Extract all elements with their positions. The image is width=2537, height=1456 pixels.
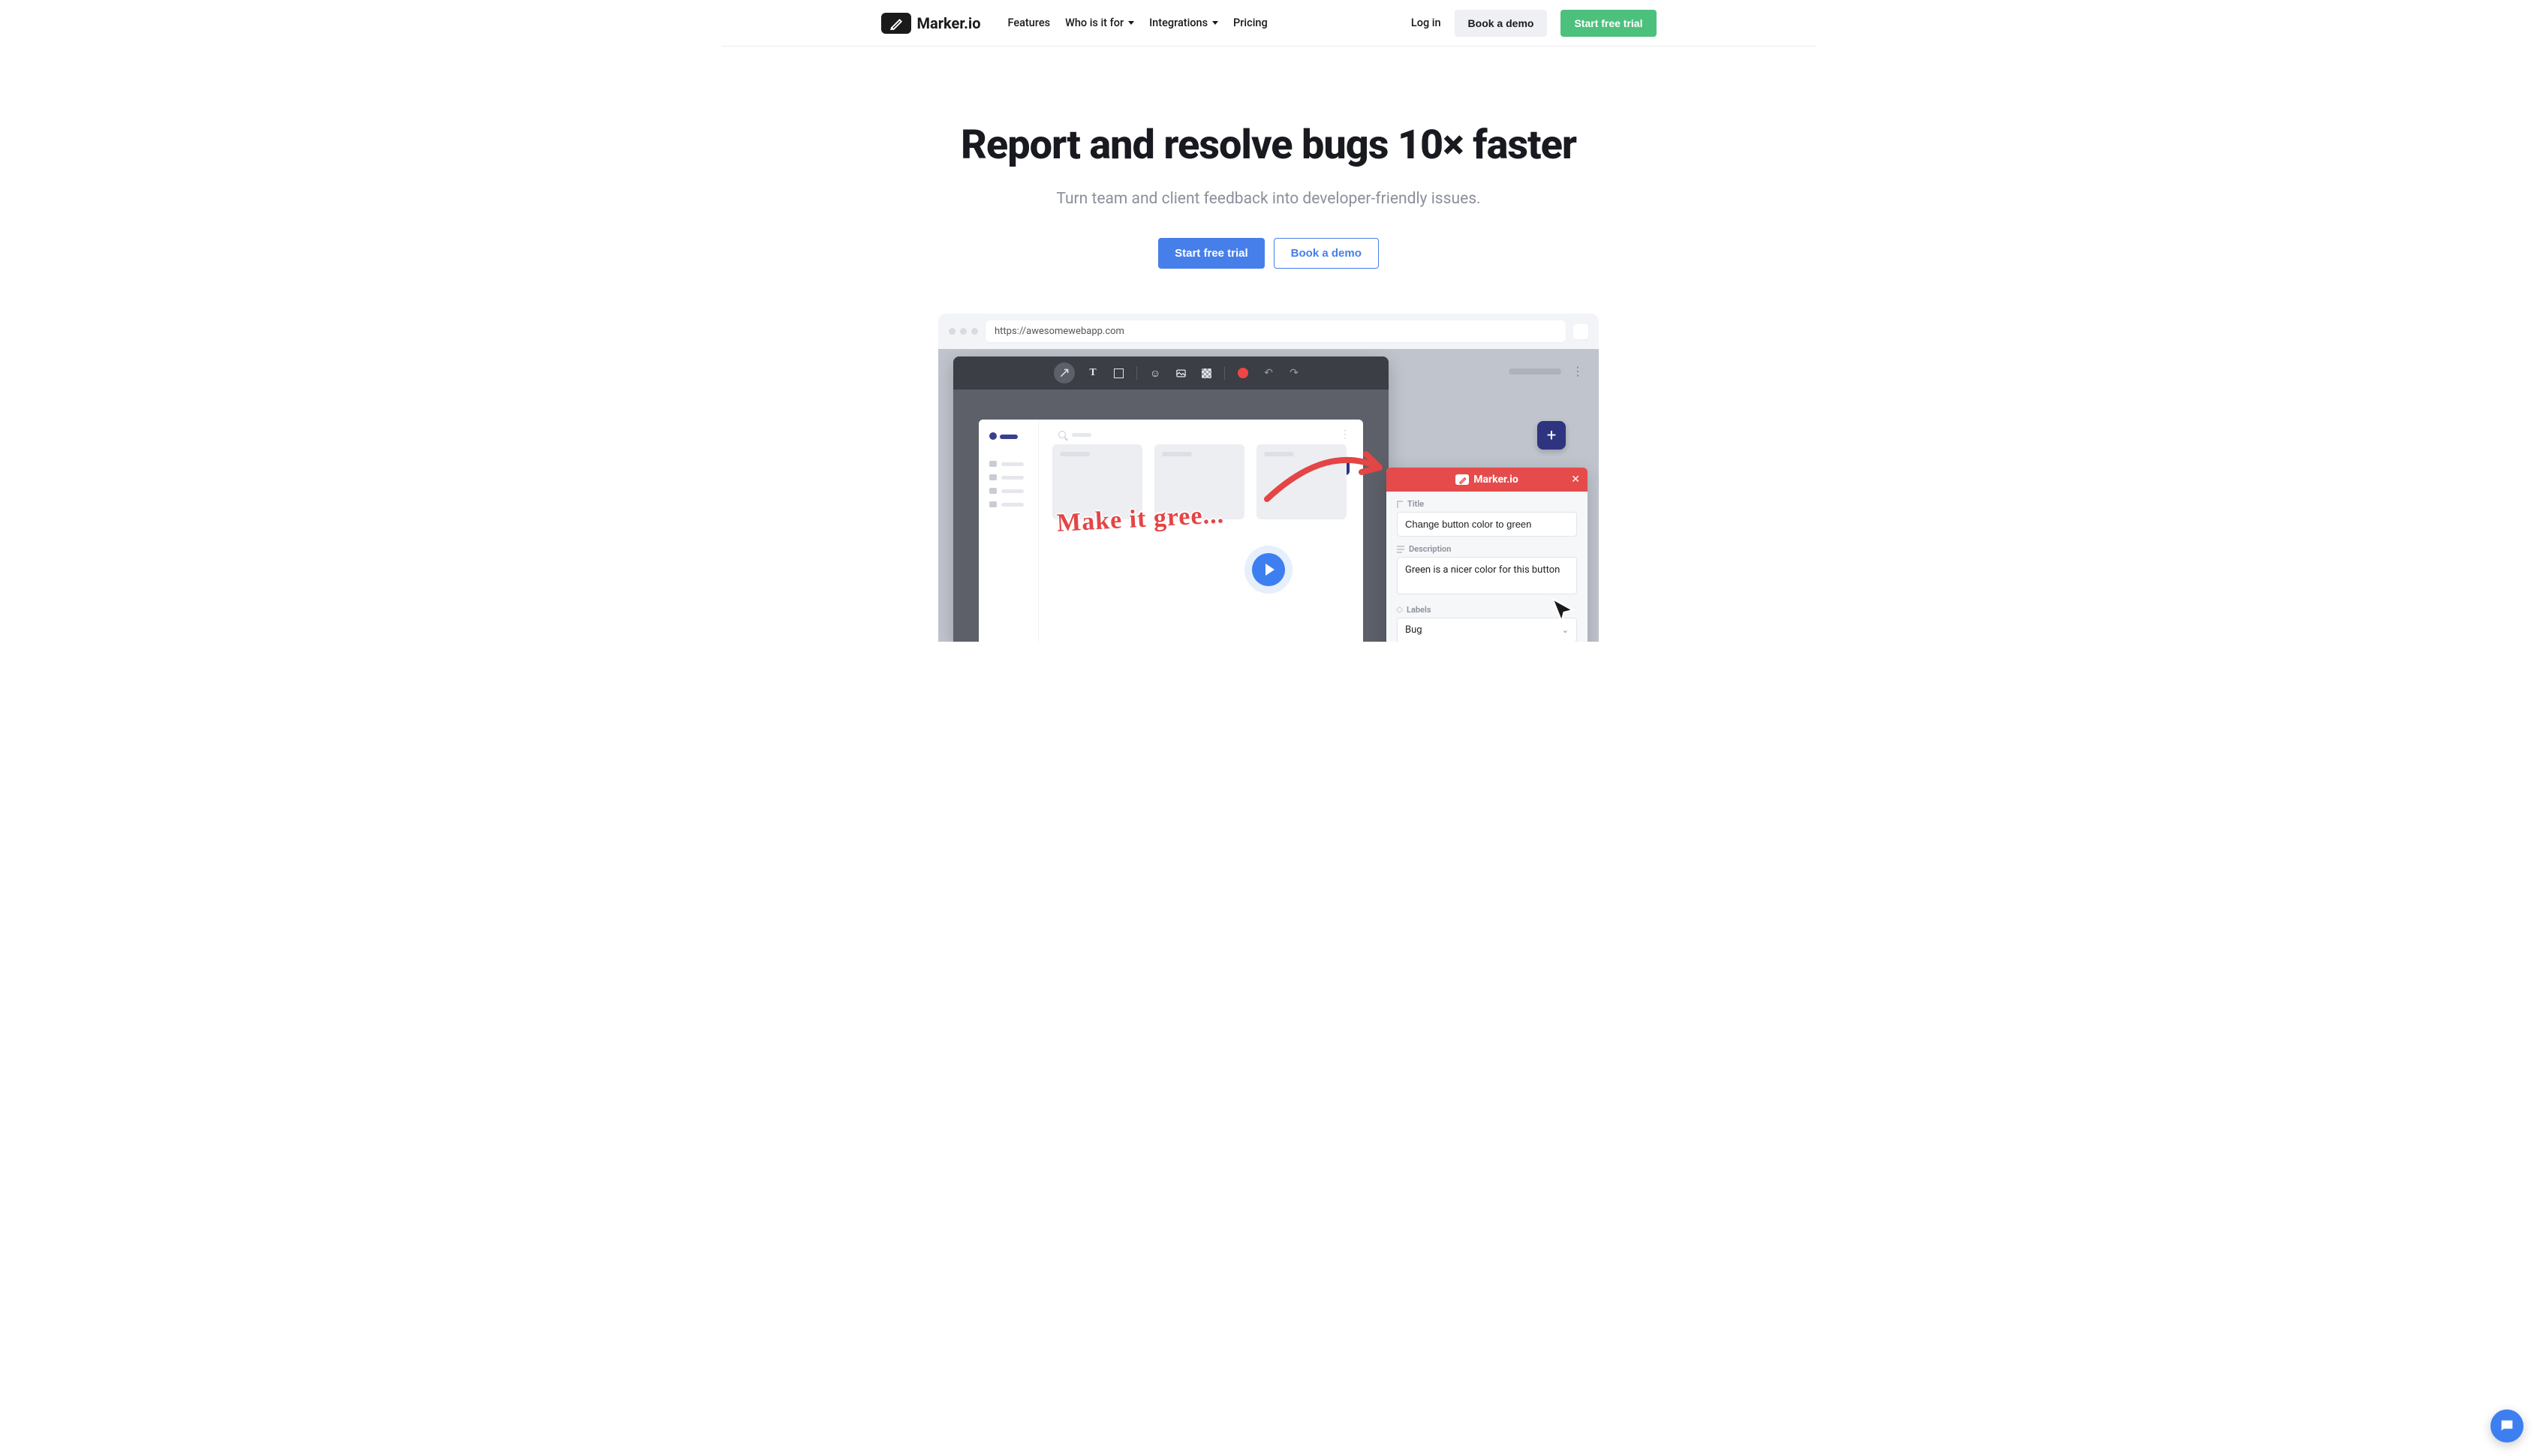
play-video-button[interactable] [1252,553,1285,586]
hero-title: Report and resolve bugs 10× faster [721,122,1816,169]
nav-links: Features Who is it for Integrations Pric… [1008,17,1268,29]
nav-book-demo-button[interactable]: Book a demo [1455,10,1548,37]
nav-integrations[interactable]: Integrations [1149,17,1218,29]
chevron-down-icon [1212,21,1218,25]
hero-start-trial-button[interactable]: Start free trial [1158,238,1265,269]
nav-pricing[interactable]: Pricing [1233,17,1268,29]
nav-features[interactable]: Features [1008,17,1051,29]
brand-logo[interactable]: Marker.io [881,13,981,34]
widget-logo-icon [1455,474,1469,485]
rect-tool-icon[interactable] [1111,366,1126,381]
lines-icon [1397,546,1404,553]
hero: Report and resolve bugs 10× faster Turn … [721,122,1816,269]
widget-title-input[interactable] [1397,512,1577,537]
nav-login[interactable]: Log in [1411,17,1441,29]
editor-toolbar: T ☺ ↶ ↷ [953,356,1389,390]
floating-add-button[interactable]: + [1537,421,1566,450]
text-tool-icon[interactable]: T [1085,366,1100,381]
color-tool-icon[interactable] [1235,366,1250,381]
hero-cta-row: Start free trial Book a demo [721,238,1816,269]
image-tool-icon[interactable] [1173,366,1188,381]
blur-tool-icon[interactable] [1199,366,1214,381]
mock-browser-chrome: https://awesomewebapp.com [938,314,1599,349]
mock-browser-square [1573,324,1588,339]
undo-icon[interactable]: ↶ [1261,366,1276,381]
nav-start-trial-button[interactable]: Start free trial [1560,10,1656,37]
top-nav: Marker.io Features Who is it for Integra… [721,0,1816,47]
hero-book-demo-button[interactable]: Book a demo [1274,238,1379,269]
emoji-tool-icon[interactable]: ☺ [1148,366,1163,381]
widget-brand: Marker.io [1473,474,1518,486]
tag-icon [1396,606,1404,614]
mock-app-sidebar [979,420,1039,642]
annotation-editor: T ☺ ↶ ↷ [953,356,1389,642]
traffic-lights [949,328,978,335]
kebab-icon: ⋮ [1572,364,1584,378]
product-mockup: https://awesomewebapp.com ⋮ T ☺ [931,314,1606,642]
arrow-tool-icon[interactable] [1054,362,1075,384]
brand-logo-mark [881,13,911,34]
redo-icon[interactable]: ↷ [1287,366,1302,381]
mock-viewport: ⋮ T ☺ ↶ ↷ [938,349,1599,642]
chat-launcher[interactable] [2490,1409,2523,1442]
widget-title-label: Title [1397,499,1577,509]
nav-who-is-it-for[interactable]: Who is it for [1065,17,1134,29]
widget-close-icon[interactable]: ✕ [1571,474,1580,486]
widget-header: Marker.io ✕ [1386,468,1588,492]
hero-subtitle: Turn team and client feedback into devel… [721,190,1816,208]
search-icon [1058,431,1066,438]
widget-desc-input[interactable] [1397,557,1577,594]
text-icon [1397,501,1403,508]
chevron-down-icon: ⌄ [1562,625,1569,635]
mock-address-bar: https://awesomewebapp.com [986,320,1566,342]
widget-desc-label: Description [1397,544,1577,554]
brand-name: Marker.io [917,14,981,32]
kebab-icon: ⋮ [1340,429,1351,441]
mock-page-topbar: ⋮ [1509,364,1584,378]
nav-right: Log in Book a demo Start free trial [1411,10,1657,37]
cursor-icon [1549,597,1576,624]
chevron-down-icon [1128,21,1134,25]
